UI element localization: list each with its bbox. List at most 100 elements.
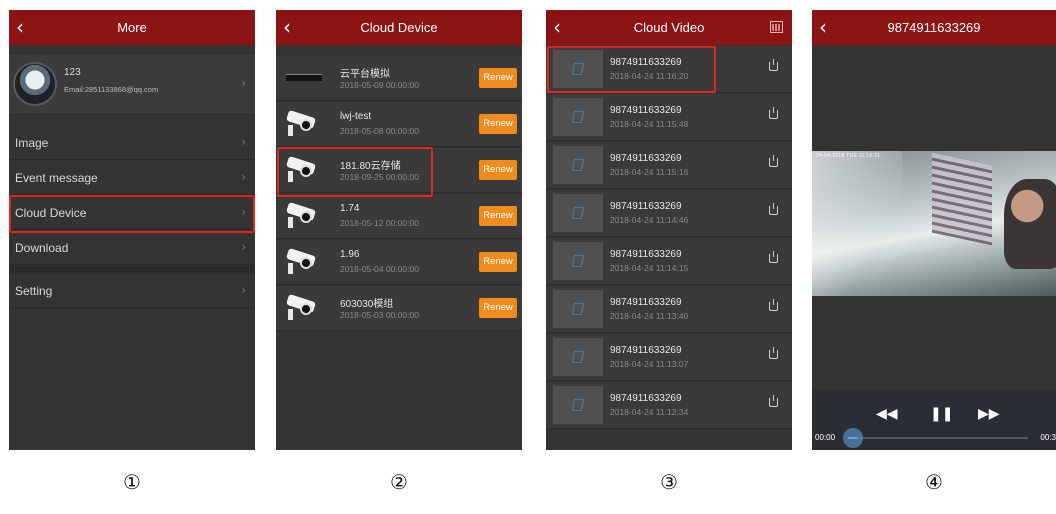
- chevron-right-icon: ›: [241, 240, 246, 254]
- download-icon[interactable]: [769, 155, 778, 167]
- highlight-box: [547, 46, 716, 93]
- device-row[interactable]: lwj-test 2018-05-08 00:00:00 Renew: [276, 102, 522, 147]
- progress-knob[interactable]: [843, 428, 863, 448]
- download-icon[interactable]: [769, 107, 778, 119]
- download-icon[interactable]: [769, 203, 778, 215]
- screen-more: ‹ More 123 Email:2851133868@qq.com › Ima…: [9, 10, 255, 450]
- nav-bar: ‹ Cloud Video: [546, 10, 792, 45]
- video-row[interactable]: 9874911633269 2018-04-24 11:14:15: [546, 238, 792, 285]
- video-name: 9874911633269: [610, 153, 682, 164]
- profile-row[interactable]: 123 Email:2851133868@qq.com ›: [9, 55, 255, 115]
- download-icon[interactable]: [769, 59, 778, 71]
- video-date: 2018-04-24 11:12:34: [610, 407, 689, 417]
- playback-controls: ◀◀ ❚❚ ▶▶ 00:00 00:3: [812, 390, 1056, 450]
- dvr-icon: [286, 74, 322, 81]
- video-date: 2018-04-24 11:13:40: [610, 311, 689, 321]
- page-title: More: [117, 20, 147, 35]
- progress-bar[interactable]: [848, 437, 1028, 439]
- chevron-right-icon: ›: [241, 76, 246, 90]
- chevron-right-icon: ›: [241, 170, 246, 184]
- video-row[interactable]: 9874911633269 2018-04-24 11:15:48: [546, 94, 792, 141]
- fast-forward-icon[interactable]: ▶▶: [978, 406, 1000, 422]
- download-icon[interactable]: [769, 395, 778, 407]
- device-date: 2018-05-09 00:00:00: [340, 80, 419, 90]
- renew-button[interactable]: Renew: [479, 114, 517, 134]
- video-date: 2018-04-24 11:15:48: [610, 119, 689, 129]
- step-number: ③: [660, 470, 678, 494]
- device-row[interactable]: 云平台模拟 2018-05-09 00:00:00 Renew: [276, 56, 522, 101]
- device-date: 2018-05-04 00:00:00: [340, 264, 419, 274]
- menu-item-event-message[interactable]: Event message ›: [9, 161, 255, 195]
- step-number: ④: [925, 470, 943, 494]
- camera-icon: [284, 247, 324, 276]
- pause-icon[interactable]: ❚❚: [930, 406, 953, 422]
- video-name: 9874911633269: [610, 345, 682, 356]
- video-thumbnail: [553, 98, 603, 136]
- device-date: 2018-05-12 00:00:00: [340, 218, 419, 228]
- device-name: 603030模组: [340, 299, 394, 310]
- rewind-icon[interactable]: ◀◀: [876, 406, 898, 422]
- screen-cloud-video: ‹ Cloud Video 9874911633269 2018-04-24 1…: [546, 10, 792, 450]
- video-name: 9874911633269: [610, 105, 682, 116]
- nav-bar: ‹ More: [9, 10, 255, 45]
- video-row[interactable]: 9874911633269 2018-04-24 11:13:40: [546, 286, 792, 333]
- camera-icon: [284, 201, 324, 230]
- nav-bar: ‹ 9874911633269 ⤓: [812, 10, 1056, 45]
- download-icon[interactable]: [769, 299, 778, 311]
- screen-cloud-device: ‹ Cloud Device 云平台模拟 2018-05-09 00:00:00…: [276, 10, 522, 450]
- video-thumbnail: [553, 146, 603, 184]
- menu-item-label: Image: [15, 136, 49, 150]
- menu-item-label: Download: [15, 241, 69, 255]
- video-date: 2018-04-24 11:15:16: [610, 167, 689, 177]
- menu-item-download[interactable]: Download ›: [9, 231, 255, 265]
- light-beam: [812, 151, 902, 296]
- video-name: 9874911633269: [610, 393, 682, 404]
- person-shape: [1004, 179, 1056, 269]
- video-row[interactable]: 9874911633269 2018-04-24 11:13:07: [546, 334, 792, 381]
- renew-button[interactable]: Renew: [479, 252, 517, 272]
- calendar-icon[interactable]: [770, 21, 783, 33]
- camera-icon: [284, 109, 324, 138]
- step-number: ①: [123, 470, 141, 494]
- shelf-shape: [932, 152, 992, 246]
- device-name: 1.74: [340, 203, 360, 214]
- current-time: 00:00: [815, 433, 836, 442]
- device-row[interactable]: 1.74 2018-05-12 00:00:00 Renew: [276, 194, 522, 239]
- video-thumbnail: [553, 194, 603, 232]
- device-row[interactable]: 1.96 2018-05-04 00:00:00 Renew: [276, 240, 522, 285]
- renew-button[interactable]: Renew: [479, 298, 517, 318]
- device-date: 2018-05-08 00:00:00: [340, 126, 419, 136]
- video-row[interactable]: 9874911633269 2018-04-24 11:14:46: [546, 190, 792, 237]
- video-frame[interactable]: 24-04-2018 TUE 11:16:21: [812, 151, 1056, 296]
- renew-button[interactable]: Renew: [479, 206, 517, 226]
- menu-item-setting[interactable]: Setting ›: [9, 274, 255, 308]
- video-date: 2018-04-24 11:14:46: [610, 215, 689, 225]
- device-name: lwj-test: [340, 111, 372, 122]
- highlight-box: [277, 147, 433, 197]
- page-title: Cloud Video: [633, 20, 705, 35]
- page-title: Cloud Device: [360, 20, 438, 35]
- menu-item-image[interactable]: Image ›: [9, 126, 255, 160]
- device-name: 1.96: [340, 249, 360, 260]
- video-row[interactable]: 9874911633269 2018-04-24 11:12:34: [546, 382, 792, 429]
- video-row[interactable]: 9874911633269 2018-04-24 11:15:16: [546, 142, 792, 189]
- video-name: 9874911633269: [610, 297, 682, 308]
- device-date: 2018-05-03 00:00:00: [340, 310, 419, 320]
- section-divider: [9, 266, 255, 274]
- renew-button[interactable]: Renew: [479, 68, 517, 88]
- step-number: ②: [390, 470, 408, 494]
- device-name: 云平台模拟: [340, 69, 390, 80]
- video-osd-timestamp: 24-04-2018 TUE 11:16:21: [816, 153, 881, 159]
- video-thumbnail: [553, 242, 603, 280]
- download-icon[interactable]: [769, 251, 778, 263]
- renew-button[interactable]: Renew: [479, 160, 517, 180]
- total-time: 00:3: [1040, 433, 1056, 442]
- device-row[interactable]: 603030模组 2018-05-03 00:00:00 Renew: [276, 286, 522, 331]
- video-date: 2018-04-24 11:14:15: [610, 263, 689, 273]
- download-icon[interactable]: [769, 347, 778, 359]
- nav-bar: ‹ Cloud Device: [276, 10, 522, 45]
- camera-icon: [284, 293, 324, 322]
- menu-item-label: Setting: [15, 284, 53, 298]
- profile-name: 123: [64, 67, 81, 78]
- video-thumbnail: [553, 386, 603, 424]
